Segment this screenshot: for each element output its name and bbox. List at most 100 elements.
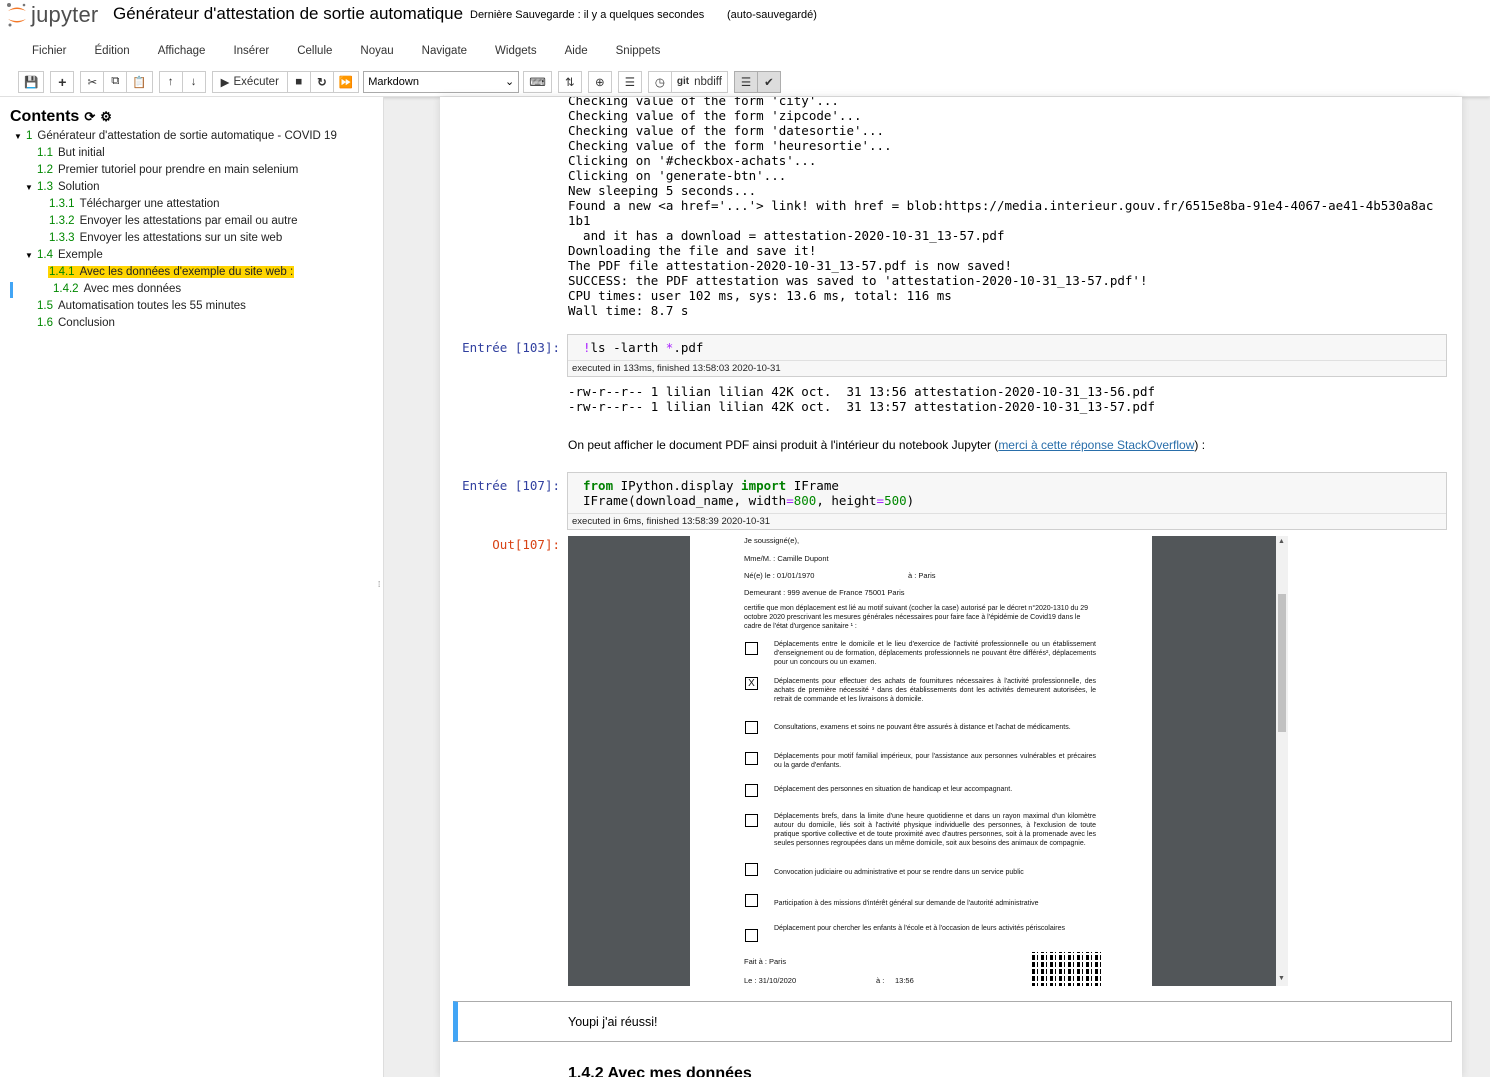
stdout-line: 1b1 [568, 213, 591, 228]
code-token: = [786, 493, 794, 508]
toc-num: 1.4.1 [49, 266, 75, 278]
nbdiff-button[interactable]: git nbdiff [670, 70, 728, 93]
execute-time-button[interactable]: ◷ [647, 70, 672, 93]
menu-snippets[interactable]: Snippets [602, 38, 675, 64]
jupyter-logo[interactable]: jupyter [6, 2, 98, 28]
toc-item-1-2[interactable]: 1.2 Premier tutoriel pour prendre en main… [37, 164, 298, 176]
code-editor[interactable]: !ls -larth *.pdf [568, 335, 1446, 361]
toc-item-1[interactable]: ▼ 1 Générateur d'attestation de sortie aut… [14, 130, 337, 142]
pdf-iframe[interactable]: Je soussigné(e), Mme/M. : Camille Dupont… [568, 536, 1288, 986]
code-token: import [741, 478, 787, 493]
code-token: ls -larth [590, 340, 666, 355]
markdown-text: On peut afficher le document PDF ainsi p… [568, 438, 999, 452]
iframe-scrollbar[interactable]: ▲ ▼ [1276, 536, 1288, 986]
caret-down-icon[interactable]: ▼ [25, 251, 37, 260]
code-editor[interactable]: from IPython.display import IFrame IFram… [568, 473, 1446, 514]
refresh-icon[interactable]: ⟳ [84, 109, 95, 125]
toc-num: 1.2 [37, 164, 53, 176]
toc-item-1-5[interactable]: 1.5 Automatisation toutes les 55 minutes [37, 300, 246, 312]
sidebar-resize-handle[interactable]: ⁞ [378, 580, 380, 589]
restart-button[interactable]: ↻ [309, 70, 334, 93]
scroll-up-icon[interactable]: ▲ [1278, 538, 1285, 545]
gear-icon[interactable]: ⚙ [100, 109, 112, 125]
menu-noyau[interactable]: Noyau [346, 38, 407, 64]
run-button[interactable]: ▶ Exécuter [211, 70, 288, 93]
menu-inserer[interactable]: Insérer [219, 38, 283, 64]
spellcheck-button[interactable]: ✔ [757, 70, 781, 93]
list-button[interactable]: ☰ [617, 70, 642, 93]
stdout-line: Checking value of the form 'datesortie'.… [568, 123, 885, 138]
sort-button[interactable]: ⇅ [557, 70, 582, 93]
menu-edition[interactable]: Édition [81, 38, 144, 64]
code-token: = [876, 493, 885, 508]
toc-num: 1.4 [37, 249, 53, 261]
menu-widgets[interactable]: Widgets [481, 38, 551, 64]
pdf-text: certifie que mon déplacement est lié au … [744, 605, 1089, 630]
section-heading: 1.4.2 Avec mes données [568, 1065, 752, 1077]
stdout-line: SUCCESS: the PDF attestation was saved t… [568, 273, 1148, 288]
toc-item-1-4[interactable]: ▼ 1.4 Exemple [25, 249, 103, 261]
restart-run-all-button[interactable]: ⏩ [332, 70, 360, 93]
scissors-icon: ✂ [87, 76, 98, 89]
cell-stdout: Checking value of the form 'city'... Chec… [568, 97, 1433, 318]
arrow-down-icon: ↓ [190, 75, 197, 88]
code-token: 500 [884, 493, 907, 508]
toc-num: 1.4.2 [53, 283, 79, 295]
toc-item-1-4-2[interactable]: 1.4.2 Avec mes données [53, 283, 181, 295]
paste-button[interactable]: 📋 [126, 70, 153, 93]
stdout-line: The PDF file attestation-2020-10-31_13-5… [568, 258, 1013, 273]
toc-item-1-6[interactable]: 1.6 Conclusion [37, 317, 115, 329]
menu-fichier[interactable]: Fichier [18, 38, 81, 64]
toc-item-1-3[interactable]: ▼ 1.3 Solution [25, 181, 100, 193]
cell-type-select[interactable]: Markdown ⌄ [363, 70, 520, 93]
toc-title: Contents ⟳ ⚙ [10, 108, 112, 126]
stdout-line: Checking value of the form 'zipcode'... [568, 108, 862, 123]
code-cell-107[interactable]: from IPython.display import IFrame IFram… [567, 472, 1447, 530]
menu-aide[interactable]: Aide [551, 38, 602, 64]
caret-down-icon[interactable]: ▼ [25, 183, 37, 192]
toc-item-1-3-1[interactable]: 1.3.1 Télécharger une attestation [49, 198, 220, 210]
code-token: IFrame(download_name, width [583, 493, 787, 508]
menu-cellule[interactable]: Cellule [283, 38, 346, 64]
pdf-text: Le : 31/10/2020 [744, 976, 797, 985]
pdf-text: Mme/M. : Camille Dupont [744, 554, 829, 563]
menu-affichage[interactable]: Affichage [144, 38, 220, 64]
move-down-button[interactable]: ↓ [181, 70, 206, 93]
toc-current-marker [10, 282, 13, 298]
toc-item-1-3-3[interactable]: 1.3.3 Envoyer les attestations sur un sit… [49, 232, 282, 244]
command-palette-button[interactable]: ⌨ [523, 70, 552, 93]
toc-num: 1.6 [37, 317, 53, 329]
copy-button[interactable]: ⧉ [103, 70, 128, 93]
toc-toggle-button[interactable]: ☰ [734, 70, 758, 93]
pdf-checkbox [745, 721, 758, 734]
cut-button[interactable]: ✂ [80, 70, 105, 93]
scroll-down-icon[interactable]: ▼ [1278, 975, 1285, 982]
notebook-title[interactable]: Générateur d'attestation de sortie autom… [113, 4, 463, 24]
code-token: ! [583, 340, 591, 355]
pdf-option: Déplacements pour effectuer des achats d… [774, 678, 1096, 703]
stackoverflow-link[interactable]: merci à cette réponse StackOverflow [998, 438, 1194, 452]
stdout-line: Clicking on 'generate-btn'... [568, 168, 787, 183]
code-cell-103[interactable]: !ls -larth *.pdf executed in 133ms, fini… [567, 334, 1447, 377]
crosshairs-button[interactable]: ⊕ [587, 70, 612, 93]
scrollbar-thumb[interactable] [1278, 594, 1286, 732]
clock-icon: ◷ [654, 76, 665, 89]
move-up-button[interactable]: ↑ [158, 70, 183, 93]
pdf-text: à : Paris [908, 571, 936, 580]
save-button[interactable]: 💾 [18, 70, 45, 93]
pdf-checkbox [745, 784, 758, 797]
toc-item-1-4-1[interactable]: 1.4.1 Avec les données d'exemple du site … [48, 266, 295, 278]
code-token: IPython.display [613, 478, 742, 493]
stdout-line: New sleeping 5 seconds... [568, 183, 757, 198]
menu-navigate[interactable]: Navigate [408, 38, 481, 64]
caret-down-icon[interactable]: ▼ [14, 132, 26, 141]
execution-time: executed in 133ms, finished 13:58:03 202… [568, 361, 1446, 376]
selected-markdown-cell[interactable]: Youpi j'ai réussi! [453, 1001, 1452, 1042]
code-token: IFrame [786, 478, 839, 493]
toc-item-1-1[interactable]: 1.1 But initial [37, 147, 105, 159]
insert-cell-button[interactable]: + [50, 70, 75, 93]
toc-label: Télécharger une attestation [79, 198, 220, 210]
pdf-text: Je soussigné(e), [744, 536, 800, 545]
interrupt-button[interactable]: ■ [286, 70, 311, 93]
toc-item-1-3-2[interactable]: 1.3.2 Envoyer les attestations par email … [49, 215, 298, 227]
